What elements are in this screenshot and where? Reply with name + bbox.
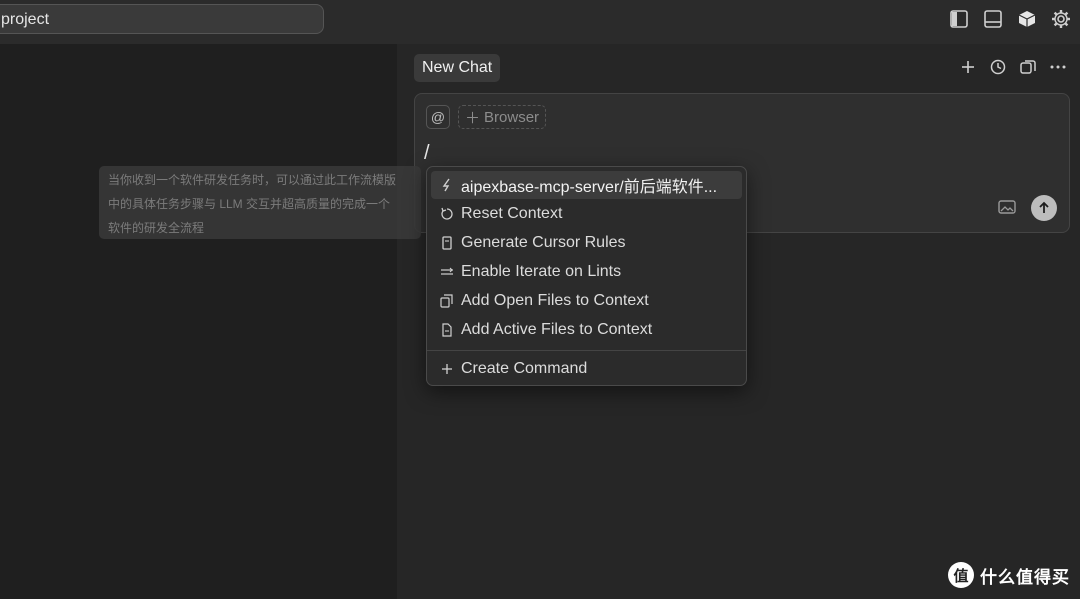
command-menu: aipexbase-mcp-server/前后端软件... Reset Cont… (426, 166, 747, 386)
watermark-text: 什么值得买 (980, 567, 1070, 587)
tooltip-line: 当你收到一个软件研发任务时，可以通过此工作流模版 (108, 173, 397, 187)
menu-item-mcp-server[interactable]: aipexbase-mcp-server/前后端软件... (431, 171, 742, 199)
menu-item-iterate-lints[interactable]: Enable Iterate on Lints (431, 258, 742, 286)
cube-icon[interactable] (1016, 8, 1038, 30)
menu-item-generate-rules[interactable]: Generate Cursor Rules (431, 229, 742, 257)
menu-item-label: Generate Cursor Rules (461, 234, 626, 251)
composer-input-value[interactable]: / (424, 142, 430, 165)
plus-icon[interactable] (958, 57, 978, 77)
menu-item-label: Add Active Files to Context (461, 321, 653, 338)
tooltip-line: 中的具体任务步骤与 LLM 交互并超高质量的完成一个 (108, 197, 391, 211)
left-pane (0, 44, 397, 599)
menu-item-label: Add Open Files to Context (461, 292, 649, 309)
arrow-up-icon (1039, 201, 1049, 213)
menu-item-label: aipexbase-mcp-server/前后端软件... (461, 179, 718, 196)
sidebar-left-icon[interactable] (948, 8, 970, 30)
menu-item-open-files[interactable]: Add Open Files to Context (431, 287, 742, 315)
browser-chip[interactable]: ＋ Browser (458, 105, 547, 129)
browser-label: Browser (484, 108, 540, 126)
file-icon (433, 323, 461, 337)
send-button[interactable] (1031, 195, 1057, 221)
watermark-logo: 值 (948, 562, 974, 588)
plus-icon: ＋ (465, 109, 481, 127)
plus-icon (433, 363, 461, 375)
menu-item-create-command[interactable]: Create Command (431, 355, 742, 383)
toggle-icon (433, 266, 461, 278)
history-icon[interactable] (988, 57, 1008, 77)
top-icons (948, 8, 1072, 30)
gear-icon[interactable] (1050, 8, 1072, 30)
watermark: 值 什么值得买 (948, 562, 1070, 588)
project-search-text: project (1, 11, 50, 28)
image-icon[interactable] (998, 199, 1018, 217)
reset-icon (433, 207, 461, 221)
rules-icon (433, 236, 461, 250)
menu-divider (427, 350, 746, 351)
panel-bottom-icon[interactable] (982, 8, 1004, 30)
menu-item-reset-context[interactable]: Reset Context (431, 200, 742, 228)
mention-button[interactable]: @ (426, 105, 450, 129)
chat-actions (958, 57, 1068, 77)
more-icon[interactable] (1048, 57, 1068, 77)
chat-tab-title[interactable]: New Chat (414, 54, 501, 82)
lightning-icon (433, 178, 461, 192)
menu-item-label: Create Command (461, 360, 588, 377)
tooltip-line: 软件的研发全流程 (108, 221, 205, 235)
menu-item-label: Reset Context (461, 205, 563, 222)
menu-item-label: Enable Iterate on Lints (461, 263, 622, 280)
workflow-tooltip: 当你收到一个软件研发任务时，可以通过此工作流模版 中的具体任务步骤与 LLM 交… (99, 166, 421, 239)
menu-item-active-files[interactable]: Add Active Files to Context (431, 316, 742, 344)
top-bar: project (0, 0, 1080, 44)
project-search-box[interactable]: project (0, 4, 324, 34)
copy-window-icon[interactable] (1018, 57, 1038, 77)
files-icon (433, 294, 461, 308)
